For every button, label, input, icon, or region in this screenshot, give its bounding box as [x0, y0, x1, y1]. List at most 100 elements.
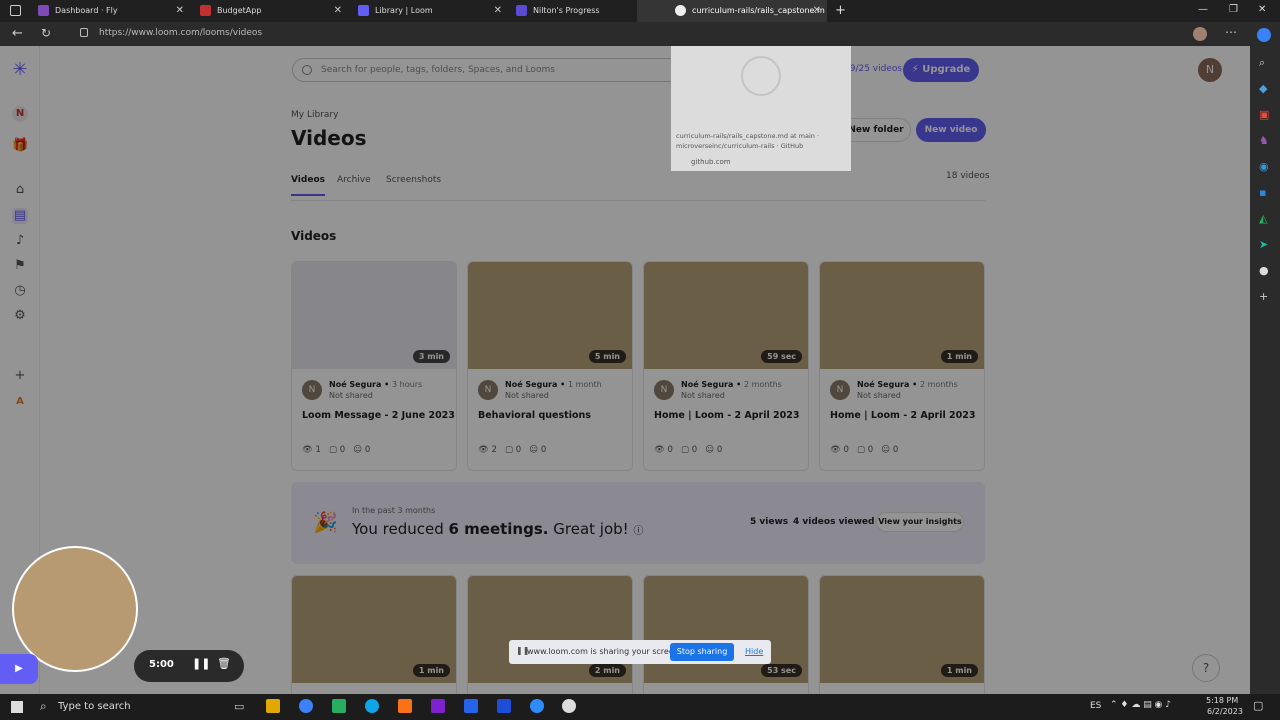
video-card[interactable]: 1 min N Noé Segura • 2 months Not shared… [819, 261, 985, 471]
games-icon[interactable]: ♞ [1259, 134, 1269, 147]
video-thumbnail[interactable]: 53 sec [644, 576, 808, 683]
tab-github[interactable]: curriculum-rails/rails_capstone.m ✕ [637, 0, 827, 22]
github-icon[interactable]: ● [1259, 264, 1269, 277]
share-status[interactable]: Not shared [329, 391, 373, 400]
share-status[interactable]: Not shared [681, 391, 725, 400]
stop-sharing-button[interactable]: Stop sharing [670, 643, 734, 661]
copilot-icon[interactable] [1257, 28, 1271, 42]
zoom-icon[interactable] [530, 699, 544, 713]
new-tab-icon[interactable]: + [835, 3, 846, 18]
tab-videos[interactable]: Videos [291, 175, 325, 196]
space-avatar[interactable]: A [12, 394, 28, 410]
gift-icon[interactable]: 🎁 [12, 138, 28, 154]
window-close-icon[interactable]: ✕ [1258, 4, 1266, 15]
video-thumbnail[interactable]: 1 min [820, 576, 984, 683]
video-thumbnail[interactable]: 2 min [468, 576, 632, 683]
user-avatar[interactable]: N [1198, 58, 1222, 82]
video-title[interactable]: Home | Loom - 2 April 2023 [654, 410, 799, 421]
refresh-icon[interactable]: ↻ [41, 26, 51, 40]
edge-icon[interactable] [365, 699, 379, 713]
help-button[interactable]: ? [1192, 654, 1220, 682]
send-icon[interactable]: ➤ [1259, 238, 1268, 251]
video-quota[interactable]: 19/25 videos [844, 64, 902, 74]
start-icon[interactable] [11, 701, 23, 713]
video-card[interactable]: 1 min [291, 575, 457, 694]
loom-icon [358, 5, 369, 16]
restore-icon[interactable]: ❐ [1229, 4, 1238, 15]
history-icon[interactable]: ◷ [12, 283, 28, 299]
tray-icons[interactable]: ⌃ ♦ ☁ ▤ ◉ ♪ [1110, 700, 1171, 710]
outlook-icon[interactable]: ▪ [1259, 186, 1266, 199]
notification-icon[interactable]: ▢ [1253, 699, 1263, 712]
workspace-avatar[interactable]: N [12, 106, 28, 122]
more-icon[interactable]: ⋯ [1225, 25, 1237, 39]
taskbar-search[interactable]: Type to search [58, 701, 131, 712]
app-icon[interactable] [299, 699, 313, 713]
video-thumbnail[interactable]: 1 min [292, 576, 456, 683]
clock-date[interactable]: 6/2/2023 [1207, 707, 1243, 716]
tab-archive[interactable]: Archive [337, 175, 371, 185]
app-icon[interactable] [398, 699, 412, 713]
library-icon[interactable]: ▤ [12, 208, 28, 224]
office-icon[interactable]: ◉ [1259, 160, 1269, 173]
pause-icon[interactable]: ❚❚ [192, 657, 210, 670]
video-card[interactable]: 2 min [467, 575, 633, 694]
view-insights-button[interactable]: View your insights [876, 512, 964, 532]
delete-icon[interactable]: 🗑 [217, 657, 231, 670]
video-thumbnail[interactable]: 1 min [820, 262, 984, 369]
loom-logo-icon[interactable]: ✳ [12, 61, 28, 79]
budget-icon [200, 5, 211, 16]
tag-icon[interactable]: ◆ [1259, 82, 1267, 95]
tools-icon[interactable]: ▣ [1259, 108, 1269, 121]
video-card[interactable]: 59 sec N Noé Segura • 2 months Not share… [643, 261, 809, 471]
app-icon[interactable] [562, 699, 576, 713]
video-title[interactable]: Loom Message - 2 June 2023 [302, 410, 455, 421]
github-icon [675, 5, 686, 16]
video-thumbnail[interactable]: 59 sec [644, 262, 808, 369]
task-view-icon[interactable]: ▭ [234, 700, 244, 713]
new-video-button[interactable]: New video [916, 118, 986, 142]
back-icon[interactable]: ← [12, 26, 23, 41]
video-card[interactable]: 3 min N Noé Segura • 3 hours Not shared … [291, 261, 457, 471]
info-icon[interactable]: ⓘ [633, 526, 643, 537]
video-card[interactable]: 1 min [819, 575, 985, 694]
tab-screenshots[interactable]: Screenshots [386, 175, 441, 185]
video-title[interactable]: Behavioral questions [478, 410, 591, 421]
minimize-icon[interactable]: — [1198, 4, 1208, 15]
video-thumbnail[interactable]: 3 min [292, 262, 456, 369]
owner-name: Noé Segura [329, 380, 382, 389]
camera-toggle[interactable]: ▶ [0, 654, 38, 684]
home-icon[interactable]: ⌂ [12, 182, 28, 198]
video-thumbnail[interactable]: 5 min [468, 262, 632, 369]
video-stats: 👁 1 ▢ 0 ☺ 0 [302, 445, 371, 455]
vscode-icon[interactable] [464, 699, 478, 713]
share-status[interactable]: Not shared [505, 391, 549, 400]
search-icon[interactable]: ⌕ [1259, 56, 1265, 70]
upgrade-button[interactable]: ⚡ Upgrade [903, 58, 979, 82]
url-field[interactable]: https://www.loom.com/looms/videos [99, 28, 262, 38]
page-title: Videos [291, 126, 367, 150]
explorer-icon[interactable] [266, 699, 280, 713]
video-card[interactable]: 53 sec [643, 575, 809, 694]
library-label: My Library [291, 110, 339, 120]
language-indicator[interactable]: ES [1090, 701, 1101, 711]
close-icon[interactable]: ✕ [813, 0, 821, 22]
notifications-icon[interactable]: ♪ [12, 233, 28, 249]
designer-icon[interactable]: ◭ [1259, 212, 1267, 225]
video-title[interactable]: Home | Loom - 2 April 2023 [830, 410, 975, 421]
add-icon[interactable]: + [1259, 290, 1268, 303]
taskbar-search-icon[interactable]: ⌕ [40, 699, 47, 714]
new-folder-button[interactable]: New folder [841, 118, 911, 142]
hide-link[interactable]: Hide [745, 647, 763, 656]
clock-time[interactable]: 5:18 PM [1206, 696, 1238, 705]
onenote-icon[interactable] [431, 699, 445, 713]
profile-avatar[interactable] [1193, 27, 1207, 41]
app-icon[interactable] [332, 699, 346, 713]
bookmark-icon[interactable]: ⚑ [12, 258, 28, 274]
share-status[interactable]: Not shared [857, 391, 901, 400]
add-space-icon[interactable]: + [12, 368, 28, 384]
video-stats: 👁 0 ▢ 0 ☺ 0 [830, 445, 899, 455]
video-card[interactable]: 5 min N Noé Segura • 1 month Not shared … [467, 261, 633, 471]
app-icon[interactable] [497, 699, 511, 713]
settings-icon[interactable]: ⚙ [12, 308, 28, 324]
